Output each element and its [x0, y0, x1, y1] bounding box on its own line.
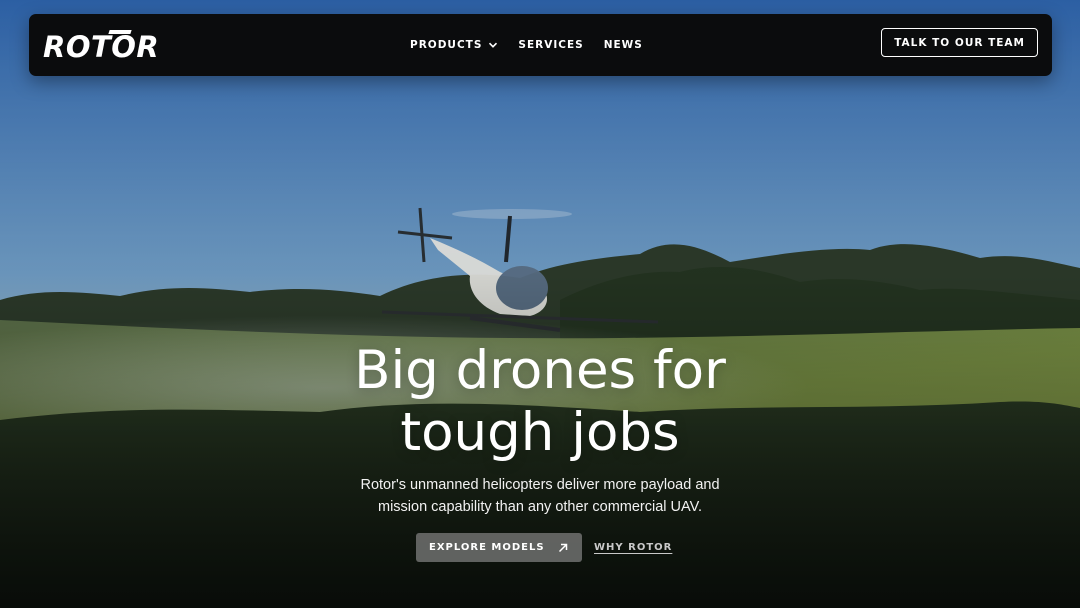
arrow-up-right-icon [558, 543, 568, 552]
hero-title-line-2: tough jobs [400, 402, 680, 463]
nav-item-label: NEWS [603, 39, 643, 51]
hero-subtitle-line-2: mission capability than any other commer… [378, 499, 702, 515]
nav-item-label: PRODUCTS [410, 39, 483, 51]
rotor-logo[interactable]: ROTOR [43, 28, 159, 64]
nav-item-news[interactable]: NEWS [604, 39, 643, 51]
nav-item-label: SERVICES [518, 39, 584, 51]
nav-item-services[interactable]: SERVICES [518, 39, 583, 51]
explore-models-label: EXPLORE MODELS [429, 542, 545, 553]
hero-title-line-1: Big drones for [354, 340, 726, 401]
talk-to-team-button[interactable]: TALK TO OUR TEAM [881, 28, 1038, 57]
hero-actions: EXPLORE MODELS WHY ROTOR [416, 533, 672, 562]
hero-title: Big drones for tough jobs [0, 340, 1080, 464]
logo-text: ROTOR [43, 30, 160, 64]
nav-item-products[interactable]: PRODUCTS [410, 39, 498, 51]
chevron-down-icon [489, 42, 498, 48]
main-nav: PRODUCTS SERVICES NEWS [410, 14, 643, 76]
top-navbar: ROTOR PRODUCTS SERVICES NEWS TALK TO OUR… [29, 14, 1052, 76]
explore-models-button[interactable]: EXPLORE MODELS [416, 533, 582, 562]
hero-subtitle-line-1: Rotor's unmanned helicopters deliver mor… [360, 477, 720, 493]
why-rotor-link[interactable]: WHY ROTOR [594, 542, 672, 553]
hero-subtitle: Rotor's unmanned helicopters deliver mor… [0, 474, 1080, 518]
